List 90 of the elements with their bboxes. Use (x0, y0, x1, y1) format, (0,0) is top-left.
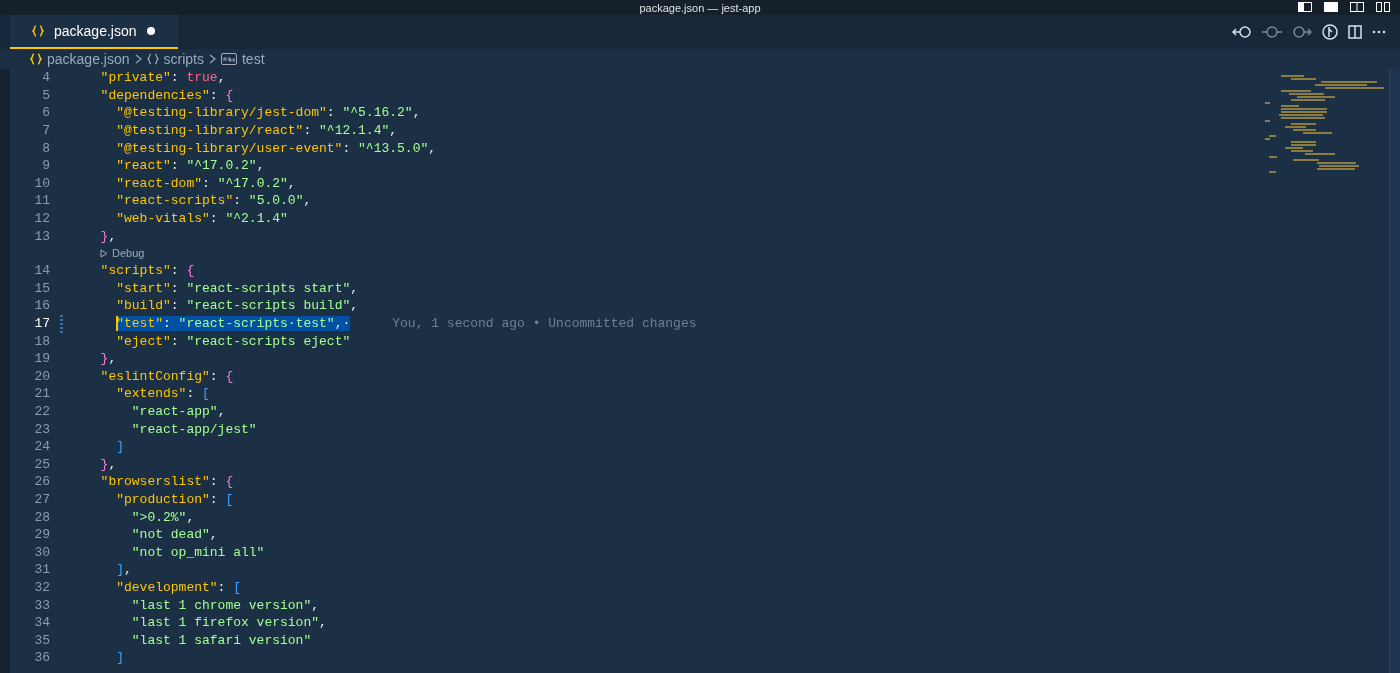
line-number: 30 (33, 544, 50, 560)
code-line: "eject": "react-scripts eject" (116, 333, 351, 349)
code-line: "not op_mini all" (131, 544, 265, 560)
line-number: 33 (33, 597, 50, 613)
line-number: 26 (33, 474, 50, 490)
code-line: ] (116, 650, 124, 666)
braces-icon (146, 53, 159, 65)
code-line: "@testing-library/react": "^12.1.4", (116, 123, 398, 139)
code-line: "last 1 safari version" (131, 632, 312, 648)
line-number: 10 (33, 175, 50, 191)
code-line: ], (116, 562, 132, 578)
window-title: package.json — jest-app (639, 1, 761, 15)
code-line: "react-app", (131, 404, 226, 419)
line-number: 27 (33, 491, 50, 507)
chevron-icon (208, 54, 216, 64)
line-number: 12 (33, 211, 50, 227)
line-number: 36 (33, 650, 50, 666)
line-number: 9 (41, 158, 50, 174)
code-line: "@testing-library/jest-dom": "^5.16.2", (116, 105, 421, 121)
breadcrumb-item[interactable]: scripts (163, 51, 204, 67)
line-number: 20 (33, 368, 50, 384)
go-forward-icon[interactable] (1292, 25, 1312, 39)
split-editor-icon[interactable] (1348, 25, 1362, 39)
line-number: 31 (33, 562, 50, 578)
commit-icon[interactable] (1262, 25, 1282, 39)
string-icon (220, 53, 237, 65)
code-line: "dependencies": { (100, 87, 234, 103)
line-number: 32 (33, 579, 50, 595)
code-line: "browserslist": { (100, 474, 234, 490)
code-line: "scripts": { (100, 263, 195, 279)
play-icon[interactable] (100, 248, 108, 258)
code-line: "last 1 chrome version", (131, 597, 320, 613)
code-line: ] (116, 439, 124, 455)
code-line: "web-vitals": "^2.1.4" (116, 211, 288, 227)
line-number: 24 (33, 439, 50, 455)
line-number: 25 (33, 456, 50, 472)
line-number: 11 (33, 193, 50, 209)
line-number: 15 (33, 280, 50, 296)
debug-codelens[interactable]: Debug (112, 247, 145, 260)
code-line: "start": "react-scripts start", (116, 280, 359, 296)
code-line: "react-scripts": "5.0.0", (116, 193, 312, 209)
line-number: 29 (33, 527, 50, 543)
line-number: 34 (33, 615, 50, 631)
chevron-icon (134, 54, 142, 64)
line-number: 5 (41, 87, 50, 103)
line-number: 7 (41, 123, 50, 139)
json-file-icon (32, 25, 44, 37)
code-line: "react-app/jest" (131, 421, 257, 437)
code-line: }, (100, 228, 117, 244)
breadcrumb-item[interactable]: test (241, 51, 265, 67)
line-number: 6 (41, 105, 50, 121)
line-number: 4 (41, 70, 50, 86)
line-number: 23 (33, 421, 50, 437)
line-number: 16 (33, 298, 50, 314)
code-line: "build": "react-scripts build", (116, 298, 359, 314)
code-line: }, (100, 456, 117, 472)
line-number: 35 (33, 632, 50, 648)
line-number: 17 (33, 316, 50, 331)
code-line: "extends": [ (116, 386, 210, 402)
grid-layout-icon[interactable] (1376, 2, 1390, 12)
more-actions-icon[interactable] (1372, 30, 1386, 34)
code-line: "eslintConfig": { (100, 368, 234, 384)
git-blame-annotation: You, 1 second ago • Uncommitted changes (392, 316, 697, 331)
panel-toggle-icon[interactable] (1324, 2, 1338, 12)
code-line: ">0.2%", (131, 509, 195, 525)
code-line: "private": true, (100, 70, 226, 86)
json-file-icon (30, 53, 42, 65)
code-line: "@testing-library/user-event": "^13.5.0", (116, 140, 437, 156)
code-line: "last 1 firefox version", (131, 615, 327, 631)
line-number: 18 (33, 333, 50, 349)
line-number: 13 (33, 228, 50, 244)
scrollbar-track[interactable] (1389, 69, 1400, 673)
code-line: "react": "^17.0.2", (116, 158, 265, 174)
code-line: "not dead", (131, 527, 218, 543)
code-line: }, (100, 351, 117, 367)
sidebar-toggle-icon[interactable] (1298, 2, 1312, 12)
code-line: "production": [ (116, 491, 234, 507)
code-line: "react-dom": "^17.0.2", (116, 175, 296, 191)
go-back-icon[interactable] (1232, 25, 1252, 39)
line-number: 21 (33, 386, 50, 402)
code-line: "development": [ (116, 579, 242, 595)
layout-icon[interactable] (1350, 2, 1364, 12)
breadcrumb-item[interactable]: package.json (47, 51, 130, 67)
line-number: 28 (33, 509, 50, 525)
line-number: 22 (33, 404, 50, 419)
unsaved-dot-icon (146, 27, 155, 35)
line-number: 19 (33, 351, 50, 367)
editor-tab[interactable]: package.json (10, 15, 178, 49)
line-number: 14 (33, 263, 50, 279)
line-number: 8 (41, 140, 50, 156)
